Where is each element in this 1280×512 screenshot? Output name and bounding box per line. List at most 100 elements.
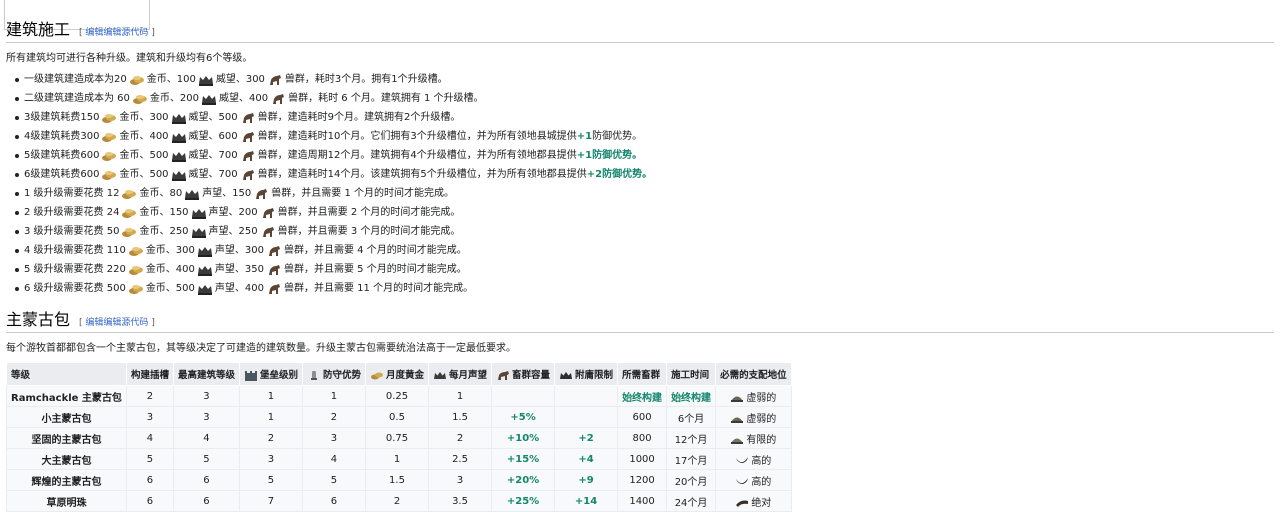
column-header-label: 施工时间 <box>671 370 710 381</box>
cell-value: 3 <box>267 453 275 465</box>
table-cell: +25% <box>491 490 556 512</box>
table-cell: 1.5 <box>364 469 430 491</box>
table-cell: 3 <box>301 427 367 449</box>
cell-value: +15% <box>506 453 540 465</box>
prestige-text: 声望、350 <box>214 264 264 275</box>
edit-source-link[interactable]: 编辑源代码 <box>103 28 148 38</box>
table-cell: 4 <box>301 448 367 470</box>
column-header[interactable]: 等级 <box>6 362 127 386</box>
table-cell <box>491 385 556 407</box>
herd-horse-icon <box>242 169 254 180</box>
cell-value: 始终构建 <box>671 392 712 404</box>
gold-text: 金币、200 <box>149 93 199 104</box>
prestige-text: 威望、300 <box>215 74 265 85</box>
cell-value: 4 <box>203 432 210 444</box>
herd-horse-icon <box>273 93 285 104</box>
column-header-label: 必需的支配地位 <box>720 370 787 381</box>
bullet-dot <box>15 248 19 253</box>
column-header[interactable]: 最高建筑等级 <box>172 362 240 386</box>
table-cell: 大主蒙古包 <box>6 448 127 470</box>
cell-value: 7 <box>267 495 275 507</box>
column-header[interactable]: 月度黄金 <box>364 362 430 386</box>
herd-text: 兽群，建造耗时14个月。该建筑拥有5个升级槽位，并为所有领地郡县提供 <box>257 169 587 180</box>
table-cell: 24个月 <box>666 490 717 512</box>
table-header-row: 等级 构建插槽 最高建筑等级 堡垒级别 防守优势 月度黄金 每月声望 畜群容量 附庸限制 所需畜群… <box>6 362 792 386</box>
dominance-weak-icon <box>731 396 744 402</box>
column-header[interactable]: 所需畜群 <box>617 362 668 386</box>
table-cell: Ramchackle 主蒙古包 <box>6 385 127 407</box>
column-header-label: 月度黄金 <box>386 370 425 381</box>
herd-text: 兽群，并且需要 2 个月的时间才能完成。 <box>277 207 461 218</box>
edit-links: [ 编辑编辑源代码 ] <box>79 318 155 328</box>
table-cell: 辉煌的主蒙古包 <box>6 469 127 491</box>
column-header[interactable]: 堡垒级别 <box>238 362 303 386</box>
table-cell: 2 <box>301 406 367 428</box>
defense-bonus: +2防御优势。 <box>586 169 653 180</box>
herd-horse-icon <box>242 131 254 142</box>
cell-value: 0.5 <box>389 411 405 423</box>
bullet-dot <box>15 286 19 291</box>
prestige-crown-icon <box>202 94 216 105</box>
table-cell: 1400 <box>617 490 668 512</box>
column-header[interactable]: 畜群容量 <box>491 362 556 386</box>
gold-icon <box>102 132 117 142</box>
column-header-label: 每月声望 <box>449 370 488 381</box>
prestige-crown-icon <box>171 170 186 181</box>
edit-link[interactable]: 编辑 <box>85 318 103 328</box>
bullet-dot <box>15 77 19 82</box>
section-lead: 每个游牧首都都包含一个主蒙古包，其等级决定了可建造的建筑数量。升级主蒙古包需要统… <box>6 343 516 354</box>
cell-value: 4 <box>146 432 154 444</box>
table-cell: 有限的 <box>715 427 792 449</box>
gold-text: 金币、80 <box>139 188 183 199</box>
list-item: 4 级升级需要花费 110 金币、300 声望、300 兽群，并且需要 4 个月的时间… <box>15 241 1280 260</box>
column-header[interactable]: 防守优势 <box>301 362 367 386</box>
cost-text: 1 级升级需要花费 12 <box>24 188 120 199</box>
herd-horse-icon <box>242 150 254 161</box>
section-building-construction: 建筑施工 [ 编辑编辑源代码 ] 所有建筑均可进行各种升级。建筑和升级均有6个等… <box>6 16 1280 298</box>
edit-source-link[interactable]: 编辑源代码 <box>103 318 148 328</box>
column-header[interactable]: 构建插槽 <box>125 362 174 386</box>
cell-value: 1 <box>456 390 464 402</box>
table-cell: 1200 <box>617 469 668 491</box>
cell-value: 6个月 <box>677 413 705 425</box>
table-row: 大主蒙古包 5 5 3 4 1 2.5 +15% +4 1000 17个月 高的 <box>6 448 792 470</box>
bullet-dot <box>15 210 19 215</box>
prestige-crown-icon <box>171 151 186 162</box>
cell-value: +9 <box>578 474 594 486</box>
column-header[interactable]: 每月声望 <box>428 362 493 386</box>
table-cell: 高的 <box>715 448 792 470</box>
prestige-text: 威望、600 <box>188 131 238 142</box>
cell-value: +10% <box>506 432 540 444</box>
prestige-crown-icon <box>191 227 206 238</box>
list-item: 6 级升级需要花费 500 金币、500 声望、400 兽群，并且需要 11 个月的时… <box>15 279 1280 298</box>
table-cell: 2.5 <box>428 448 493 470</box>
table-cell: 虚弱的 <box>715 406 792 428</box>
herd-horse-icon <box>269 283 280 294</box>
column-header-label: 防守优势 <box>322 370 361 381</box>
table-cell: 1000 <box>617 448 668 470</box>
bullet-dot <box>15 134 19 139</box>
herd-text: 兽群，耗时3个月。拥有1个升级槽。 <box>284 74 448 85</box>
edit-link[interactable]: 编辑 <box>85 28 103 38</box>
table-cell: 3 <box>238 448 303 470</box>
gold-text: 金币、150 <box>139 207 189 218</box>
section-title: 主蒙古包 <box>6 310 71 329</box>
prestige-crown-icon <box>197 246 212 257</box>
table-cell: +20% <box>491 469 556 491</box>
column-header[interactable]: 附庸限制 <box>554 362 619 386</box>
column-header[interactable]: 必需的支配地位 <box>715 362 792 386</box>
table-cell <box>554 406 619 428</box>
table-cell: 5 <box>172 448 240 470</box>
section-title: 建筑施工 <box>6 20 71 39</box>
defense-bonus: +1防御优势。 <box>576 150 643 161</box>
table-cell: 1 <box>301 385 367 407</box>
table-cell: +14 <box>554 490 619 512</box>
cost-text: 一级建筑建造成本为20 <box>24 74 127 85</box>
gold-icon <box>132 94 147 104</box>
cell-value: 1 <box>267 411 275 423</box>
column-header[interactable]: 施工时间 <box>666 362 717 386</box>
cell-value: 虚弱的 <box>746 392 777 404</box>
cell-value: 5 <box>203 453 210 465</box>
table-cell: 6 <box>125 490 174 512</box>
cell-value: 12个月 <box>674 434 708 446</box>
